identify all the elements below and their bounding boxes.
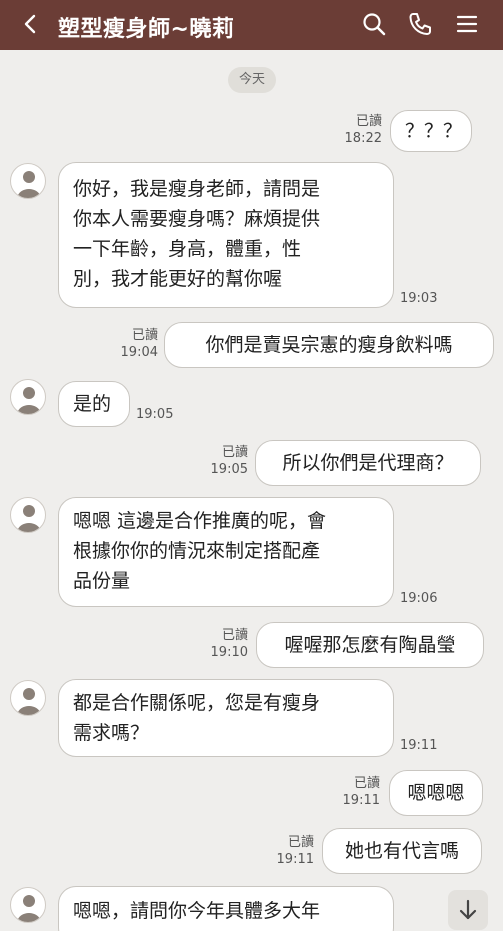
message-meta: 已讀 18:22	[340, 113, 382, 147]
message-text: 她也有代言嗎	[344, 840, 459, 862]
message-meta: 已讀 19:10	[206, 627, 248, 661]
timestamp: 19:11	[400, 738, 438, 753]
timestamp: 19:11	[342, 793, 380, 808]
avatar[interactable]	[10, 163, 46, 199]
read-receipt: 已讀	[355, 114, 382, 129]
message-text-line: 你好，我是瘦身老師，請問是	[73, 178, 321, 200]
message-meta: 已讀 19:05	[206, 444, 248, 478]
message-bubble-sent[interactable]: 喔喔那怎麼有陶晶瑩	[256, 622, 484, 668]
avatar[interactable]	[10, 887, 46, 923]
read-receipt: 已讀	[287, 835, 314, 850]
read-receipt: 已讀	[131, 328, 158, 343]
avatar[interactable]	[10, 497, 46, 533]
message-bubble-sent[interactable]: 所以你們是代理商？	[255, 440, 481, 486]
scroll-to-bottom-button[interactable]	[448, 890, 488, 930]
message-text-line: 品份量	[73, 570, 131, 592]
avatar-person-icon	[17, 505, 41, 532]
avatar-person-icon	[17, 387, 41, 414]
message-text-line: 需求嗎？	[73, 722, 150, 744]
message-text-line: 一下年齡，身高，體重，性	[73, 238, 302, 260]
message-meta: 已讀 19:11	[338, 775, 380, 809]
message-bubble-sent[interactable]: 她也有代言嗎	[322, 828, 482, 874]
arrow-down-icon	[459, 899, 477, 920]
avatar-person-icon	[17, 688, 41, 715]
message-text-line: 根據你你的情況來制定搭配產	[73, 540, 321, 562]
message-text: 你們是賣吳宗憲的瘦身飲料嗎	[205, 334, 453, 356]
message-text: 嗯嗯嗯	[407, 782, 465, 804]
message-bubble-sent[interactable]: 嗯嗯嗯	[389, 770, 483, 816]
message-text-line: 嗯嗯 這邊是合作推廣的呢，會	[73, 510, 327, 532]
timestamp: 18:22	[344, 131, 382, 146]
phone-icon[interactable]	[406, 10, 434, 38]
message-bubble-sent[interactable]: ？？？	[390, 110, 472, 152]
avatar-person-icon	[17, 895, 41, 922]
message-text: 是的	[73, 393, 112, 415]
message-bubble-received[interactable]: 嗯嗯 這邊是合作推廣的呢，會 根據你你的情況來制定搭配產 品份量	[58, 497, 394, 607]
menu-icon[interactable]	[453, 10, 481, 38]
message-meta: 已讀 19:04	[116, 327, 158, 361]
message-text: 喔喔那怎麼有陶晶瑩	[284, 634, 456, 656]
message-bubble-received[interactable]: 嗯嗯，請問你今年具體多大年	[58, 886, 394, 931]
timestamp: 19:05	[210, 462, 248, 477]
message-bubble-received[interactable]: 你好，我是瘦身老師，請問是 你本人需要瘦身嗎？麻煩提供 一下年齡，身高，體重，性…	[58, 162, 394, 308]
timestamp: 19:06	[400, 591, 438, 606]
date-divider: 今天	[228, 67, 276, 93]
chat-title: 塑型瘦身師~曉莉	[58, 17, 235, 42]
message-bubble-sent[interactable]: 你們是賣吳宗憲的瘦身飲料嗎	[164, 322, 494, 368]
message-text-line: 你本人需要瘦身嗎？麻煩提供	[73, 208, 321, 230]
avatar-person-icon	[17, 171, 41, 198]
timestamp: 19:10	[210, 645, 248, 660]
message-bubble-received[interactable]: 是的	[58, 381, 130, 427]
read-receipt: 已讀	[221, 628, 248, 643]
message-text-line: 別，我才能更好的幫你喔	[73, 268, 283, 290]
chat-header: 塑型瘦身師~曉莉	[0, 0, 503, 50]
read-receipt: 已讀	[353, 776, 380, 791]
read-receipt: 已讀	[221, 445, 248, 460]
avatar[interactable]	[10, 680, 46, 716]
message-text: ？？？	[405, 120, 463, 142]
message-meta: 已讀 19:11	[272, 834, 314, 868]
search-icon[interactable]	[360, 10, 388, 38]
timestamp: 19:04	[120, 345, 158, 360]
message-text: 所以你們是代理商？	[282, 452, 454, 474]
back-icon[interactable]	[18, 10, 42, 38]
timestamp: 19:05	[136, 407, 174, 422]
timestamp: 19:11	[276, 852, 314, 867]
message-text-line: 嗯嗯，請問你今年具體多大年	[73, 900, 321, 922]
avatar[interactable]	[10, 379, 46, 415]
message-bubble-received[interactable]: 都是合作關係呢，您是有瘦身 需求嗎？	[58, 679, 394, 757]
message-text-line: 都是合作關係呢，您是有瘦身	[73, 692, 321, 714]
timestamp: 19:03	[400, 291, 438, 306]
